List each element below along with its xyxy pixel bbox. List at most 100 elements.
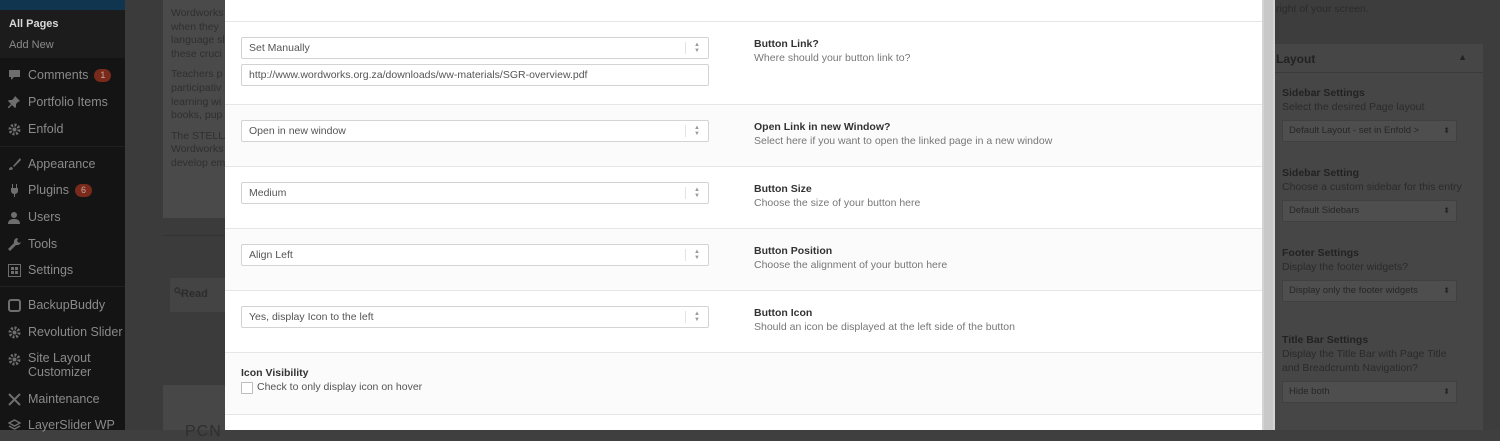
menu-enfold[interactable]: Enfold xyxy=(0,117,125,141)
select-arrow-icon: ⬍ xyxy=(1443,387,1450,396)
menu-label: Plugins xyxy=(28,183,69,197)
editor-paragraph-1: Wordworks when they language sl these cr… xyxy=(171,7,225,60)
comments-count-badge: 1 xyxy=(94,68,112,82)
paintbrush-icon xyxy=(7,157,21,171)
button-icon-info: Button Icon Should an icon be displayed … xyxy=(754,306,1015,335)
custom-sidebar-select[interactable]: Default Sidebars ⬍ xyxy=(1282,200,1457,222)
icon-hover-checkbox[interactable] xyxy=(241,382,253,394)
new-window-row: Open in new window ▲ ▼ Open Link in new W… xyxy=(225,105,1262,167)
button-icon-row: Yes, display Icon to the left ▲ ▼ Button … xyxy=(225,291,1262,353)
field-description: Select here if you want to open the link… xyxy=(754,135,1053,147)
menu-label: Users xyxy=(28,210,61,224)
select-arrows-icon: ▲ ▼ xyxy=(694,249,700,261)
field-title: Icon Visibility xyxy=(241,367,309,379)
field-title: Button Position xyxy=(754,245,833,257)
select-arrows-icon: ▲ ▼ xyxy=(694,42,700,54)
tools-icon xyxy=(7,392,21,406)
button-size-info: Button Size Choose the size of your butt… xyxy=(754,182,920,211)
new-window-select[interactable]: Open in new window ▲ ▼ xyxy=(241,120,709,142)
modal-top-row xyxy=(225,0,1262,22)
menu-portfolio-items[interactable]: Portfolio Items xyxy=(0,90,125,114)
divider xyxy=(163,235,225,236)
intro-text: right of your screen. xyxy=(1276,3,1369,15)
menu-label: Enfold xyxy=(28,122,64,136)
field-title: Button Size xyxy=(754,183,812,195)
pages-submenu: All Pages Add New xyxy=(0,10,125,58)
menu-label: BackupBuddy xyxy=(28,298,106,312)
menu-maintenance[interactable]: Maintenance xyxy=(0,387,125,411)
button-icon-select[interactable]: Yes, display Icon to the left ▲ ▼ xyxy=(241,306,709,328)
submenu-add-new[interactable]: Add New xyxy=(9,39,54,51)
panel-title: Layout xyxy=(1276,52,1316,66)
menu-layerslider[interactable]: LayerSlider WP xyxy=(0,413,125,437)
editor-paragraph-3: The STELLA Wordworks develop em xyxy=(171,129,232,169)
layout-panel-header: Layout ▲ xyxy=(1275,44,1483,73)
link-url-input[interactable]: http://www.wordworks.org.za/downloads/ww… xyxy=(241,64,709,86)
wrench-icon xyxy=(7,237,21,251)
button-position-info: Button Position Choose the alignment of … xyxy=(754,244,947,273)
field-title: Button Icon xyxy=(754,307,813,319)
gear-icon xyxy=(7,122,21,136)
select-arrows-icon: ▲ ▼ xyxy=(694,125,700,137)
sidebar-layout-select[interactable]: Default Layout - set in Enfold > ⬍ xyxy=(1282,120,1457,142)
menu-label: Comments xyxy=(28,68,89,82)
menu-comments[interactable]: Comments 1 xyxy=(0,63,125,87)
checkbox-label[interactable]: Check to only display icon on hover xyxy=(257,381,422,393)
menu-appearance[interactable]: Appearance xyxy=(0,152,125,176)
modal-scrollbar-thumb[interactable] xyxy=(1264,0,1273,430)
modal-scrollbar[interactable] xyxy=(1262,0,1275,430)
lower-content-box: PCN xyxy=(163,385,225,440)
settings-icon xyxy=(7,263,21,277)
menu-tools[interactable]: Tools xyxy=(0,232,125,256)
lower-heading: PCN xyxy=(185,423,222,440)
menu-pages-active-strip xyxy=(0,0,125,10)
link-type-select[interactable]: Set Manually ▲ ▼ xyxy=(241,37,709,59)
button-size-select[interactable]: Medium ▲ ▼ xyxy=(241,182,709,204)
title-bar-select[interactable]: Hide both ⬍ xyxy=(1282,381,1457,403)
select-arrow-icon: ⬍ xyxy=(1443,206,1450,215)
editor-paragraph-2: Teachers p participativ learning wi book… xyxy=(171,68,223,122)
menu-backupbuddy[interactable]: BackupBuddy xyxy=(0,293,125,317)
menu-label: Maintenance xyxy=(28,392,100,406)
submenu-all-pages[interactable]: All Pages xyxy=(9,18,59,30)
button-link-row: Set Manually ▲ ▼ http://www.wordworks.org… xyxy=(225,22,1262,105)
footer-settings-block: Footer Settings Display the footer widge… xyxy=(1282,247,1482,302)
content-editor-preview: Wordworks when they language sl these cr… xyxy=(163,0,233,218)
menu-site-layout-customizer[interactable]: Site Layout Customizer xyxy=(0,349,125,381)
menu-revolution-slider[interactable]: Revolution Slider xyxy=(0,320,125,344)
button-settings-modal: Set Manually ▲ ▼ http://www.wordworks.org… xyxy=(225,0,1262,430)
button-position-select[interactable]: Align Left ▲ ▼ xyxy=(241,244,709,266)
menu-label: Settings xyxy=(28,263,74,277)
layout-panel: Layout ▲ Sidebar Settings Select the des… xyxy=(1275,44,1483,430)
field-description: Should an icon be displayed at the left … xyxy=(754,321,1015,333)
sidebar-setting-block: Sidebar Setting Choose a custom sidebar … xyxy=(1282,167,1482,222)
collapse-arrow-icon: ▲ xyxy=(1458,52,1467,62)
select-arrow-icon: ⬍ xyxy=(1443,286,1450,295)
plug-icon xyxy=(7,183,21,197)
field-title: Open Link in new Window? xyxy=(754,121,891,133)
menu-label: Revolution Slider xyxy=(28,325,123,339)
gear-icon xyxy=(7,352,21,366)
menu-label: Site Layout Customizer xyxy=(28,351,92,379)
menu-users[interactable]: Users xyxy=(0,205,125,229)
button-size-row: Medium ▲ ▼ Button Size Choose the size of… xyxy=(225,167,1262,229)
icon-visibility-row: Icon Visibility Check to only display ic… xyxy=(225,353,1262,415)
menu-plugins[interactable]: Plugins 6 xyxy=(0,178,125,202)
plugins-update-badge: 6 xyxy=(75,183,92,197)
menu-label: Portfolio Items xyxy=(28,95,108,109)
menu-label: Appearance xyxy=(28,157,96,171)
admin-sidebar: All Pages Add New Comments 1 Portfolio I… xyxy=(0,0,125,432)
new-window-info: Open Link in new Window? Select here if … xyxy=(754,120,1052,149)
menu-separator xyxy=(0,146,125,147)
button-link-info: Button Link? Where should your button li… xyxy=(754,37,910,66)
comment-icon xyxy=(7,68,21,82)
menu-label: Tools xyxy=(28,237,58,251)
title-bar-settings-block: Title Bar Settings Display the Title Bar… xyxy=(1282,334,1457,403)
footer-select[interactable]: Display only the footer widgets ⬍ xyxy=(1282,280,1457,302)
menu-settings[interactable]: Settings xyxy=(0,258,125,282)
field-title: Button Link? xyxy=(754,38,819,50)
field-description: Where should your button link to? xyxy=(754,52,911,64)
select-arrows-icon: ▲ ▼ xyxy=(694,311,700,323)
select-arrow-icon: ⬍ xyxy=(1443,126,1450,135)
right-meta-column: right of your screen. Layout ▲ Sidebar S… xyxy=(1275,0,1500,430)
